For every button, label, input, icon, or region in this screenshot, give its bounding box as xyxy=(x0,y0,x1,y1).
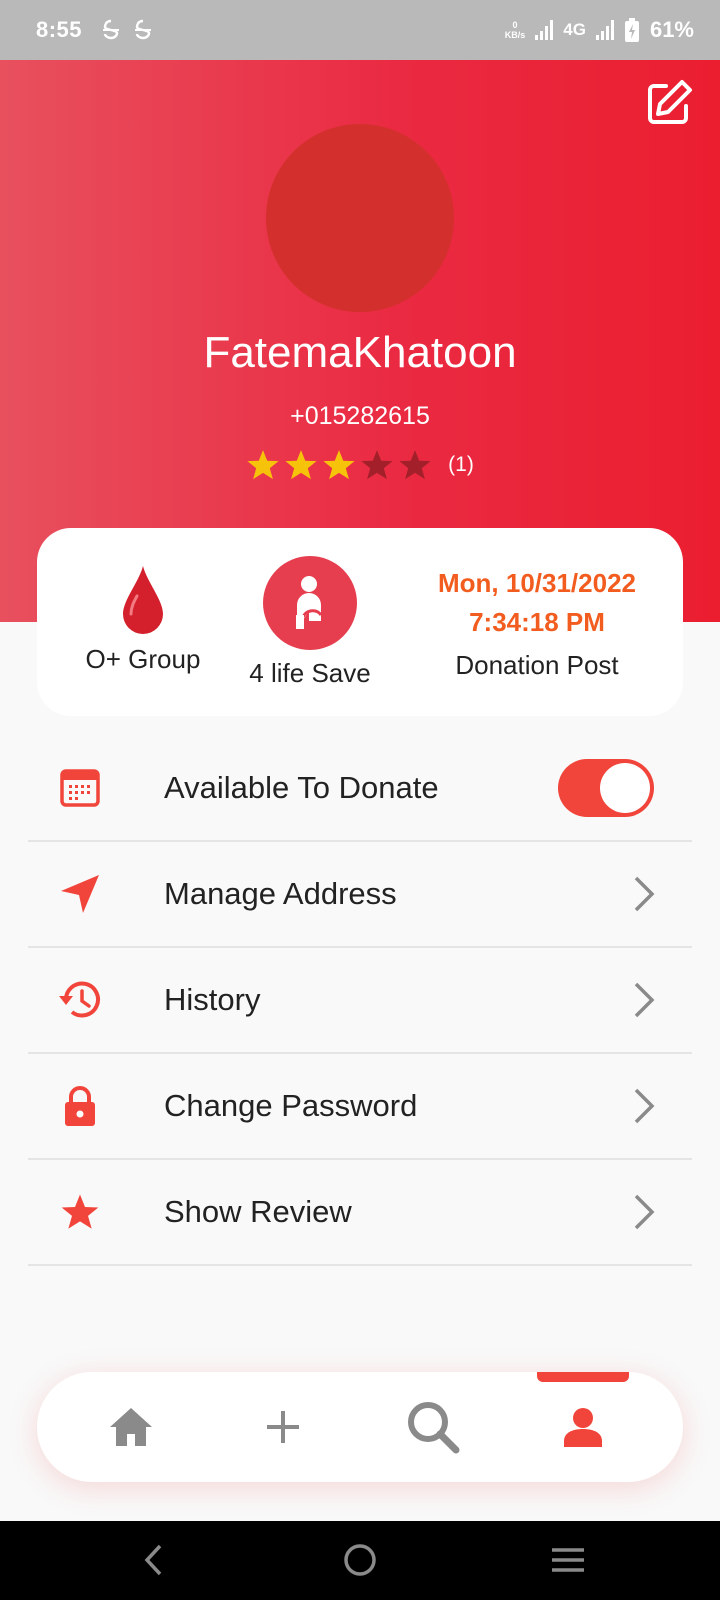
signal-icon xyxy=(595,20,614,40)
lock-icon xyxy=(54,1080,106,1132)
search-icon xyxy=(408,1402,460,1454)
nav-add[interactable] xyxy=(223,1372,343,1482)
star-icon xyxy=(54,1186,106,1238)
signal-icon xyxy=(535,20,554,40)
notification-icons xyxy=(102,19,152,41)
menu-item-history[interactable]: History xyxy=(28,948,692,1054)
chevron-right-icon xyxy=(634,1088,655,1124)
stats-card: O+ Group 4 life Save Mon, 10/31/2022 7:3… xyxy=(37,528,683,716)
bottom-nav xyxy=(37,1372,683,1482)
post-time: 7:34:18 PM xyxy=(469,607,605,637)
toggle-knob xyxy=(600,763,650,813)
menu-icon xyxy=(552,1548,584,1572)
navigation-arrow-icon xyxy=(54,868,106,920)
show-review-label: Show Review xyxy=(164,1194,352,1229)
add-icon xyxy=(267,1411,299,1443)
star-filled-icon xyxy=(247,450,279,480)
profile-icon xyxy=(564,1408,602,1447)
life-save-stat: 4 life Save xyxy=(237,556,383,689)
available-to-donate-label: Available To Donate xyxy=(164,770,439,805)
back-icon xyxy=(144,1544,162,1576)
change-password-label: Change Password xyxy=(164,1088,418,1123)
history-label: History xyxy=(164,982,261,1017)
home-circle-icon xyxy=(344,1544,376,1576)
chevron-right-icon xyxy=(634,1194,655,1230)
star-filled-icon xyxy=(285,450,317,480)
nav-home[interactable] xyxy=(71,1372,191,1482)
history-icon xyxy=(54,974,106,1026)
star-filled-icon xyxy=(323,450,355,480)
menu-item-manage-address[interactable]: Manage Address xyxy=(28,842,692,948)
battery-level: 61% xyxy=(649,17,694,42)
star-empty-icon xyxy=(399,450,431,480)
nav-search[interactable] xyxy=(373,1372,493,1482)
blood-group-stat: O+ Group xyxy=(71,564,215,675)
rating-stars: (1) xyxy=(0,448,720,482)
avatar[interactable] xyxy=(266,124,454,312)
chevron-right-icon xyxy=(634,876,655,912)
menu-item-show-review[interactable]: Show Review xyxy=(28,1160,692,1266)
system-home-button[interactable] xyxy=(330,1535,390,1585)
app-notification-icon xyxy=(103,19,120,40)
menu-item-available-to-donate[interactable]: Available To Donate xyxy=(28,736,692,842)
settings-menu: Available To Donate Manage Address Histo… xyxy=(28,736,692,1266)
edit-profile-icon[interactable] xyxy=(644,78,694,128)
menu-item-change-password[interactable]: Change Password xyxy=(28,1054,692,1160)
data-rate: 0 KB/s xyxy=(504,20,526,40)
blood-group-label: O+ Group xyxy=(85,644,201,674)
status-time: 8:55 xyxy=(36,17,83,42)
life-save-badge xyxy=(263,556,357,650)
system-nav-bar xyxy=(0,1521,720,1600)
status-bar: 8:55 0 KB/s 4G 61% xyxy=(0,0,720,60)
donation-post-stat: Mon, 10/31/2022 7:34:18 PM Donation Post xyxy=(417,564,657,681)
star-empty-icon xyxy=(361,450,393,480)
manage-address-label: Manage Address xyxy=(164,876,397,911)
profile-name: FatemaKhatoon xyxy=(203,328,517,377)
home-icon xyxy=(110,1408,152,1446)
available-toggle[interactable] xyxy=(558,759,654,817)
profile-phone: +015282615 xyxy=(290,402,430,430)
donor-icon xyxy=(296,576,323,629)
network-type: 4G xyxy=(563,20,586,39)
app-notification-icon xyxy=(135,19,152,40)
blood-drop-icon xyxy=(123,566,163,634)
rating-count: (1) xyxy=(448,453,474,476)
calendar-icon xyxy=(54,762,106,814)
battery-icon xyxy=(624,18,639,42)
system-recents-button[interactable] xyxy=(538,1535,598,1585)
system-back-button[interactable] xyxy=(124,1535,184,1585)
life-save-label: 4 life Save xyxy=(249,658,371,688)
active-indicator xyxy=(537,1372,629,1382)
nav-profile[interactable] xyxy=(523,1372,643,1482)
donation-post-label: Donation Post xyxy=(455,650,619,680)
post-date: Mon, 10/31/2022 xyxy=(438,568,636,598)
chevron-right-icon xyxy=(634,982,655,1018)
